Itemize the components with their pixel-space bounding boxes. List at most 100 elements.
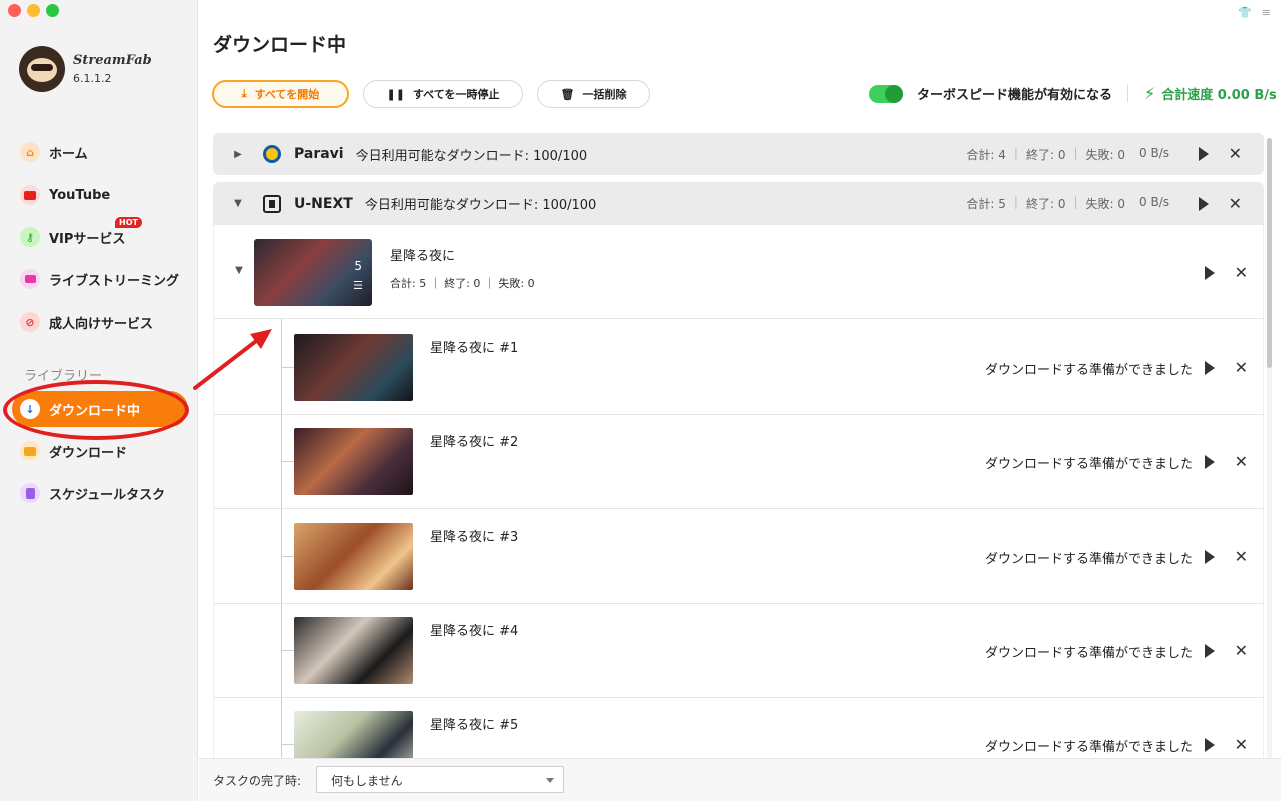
episode-row[interactable]: 星降る夜に #1 ダウンロードする準備ができました ✕ bbox=[214, 320, 1263, 415]
start-all-button[interactable]: ⤓ すべてを開始 bbox=[212, 80, 349, 108]
close-icon[interactable]: ✕ bbox=[1229, 195, 1242, 212]
home-icon: ⌂ bbox=[20, 142, 40, 162]
row-actions: ✕ bbox=[1204, 737, 1248, 753]
close-window-button[interactable] bbox=[8, 4, 21, 17]
trash-icon: 🗑 bbox=[560, 87, 575, 101]
window-controls bbox=[8, 4, 59, 17]
row-actions: ✕ bbox=[1198, 146, 1242, 162]
sidebar-item-schedule[interactable]: スケジュールタスク bbox=[12, 475, 188, 511]
window-top-icons: 👕 ≡ bbox=[1238, 6, 1271, 19]
service-quota: 今日利用可能なダウンロード: 100/100 bbox=[355, 148, 588, 164]
episode-title: 星降る夜に #1 bbox=[430, 341, 519, 356]
pause-all-label: すべてを一時停止 bbox=[412, 88, 500, 101]
close-icon[interactable]: ✕ bbox=[1235, 737, 1248, 753]
service-name: Paravi bbox=[294, 146, 344, 162]
lightning-icon: ⚡ bbox=[1144, 84, 1156, 103]
collapse-caret-icon[interactable]: ▼ bbox=[233, 198, 243, 209]
maximize-window-button[interactable] bbox=[46, 4, 59, 17]
close-icon[interactable]: ✕ bbox=[1235, 643, 1248, 659]
minimize-window-button[interactable] bbox=[27, 4, 40, 17]
play-icon[interactable] bbox=[1204, 550, 1215, 564]
shirt-icon[interactable]: 👕 bbox=[1238, 6, 1252, 19]
row-actions: ✕ bbox=[1204, 643, 1248, 659]
episode-title: 星降る夜に #2 bbox=[430, 435, 519, 450]
scrollbar[interactable] bbox=[1267, 138, 1272, 758]
menu-icon[interactable]: ≡ bbox=[1262, 6, 1271, 19]
collapse-caret-icon[interactable]: ▼ bbox=[234, 265, 244, 276]
start-all-label: すべてを開始 bbox=[254, 88, 320, 101]
close-icon[interactable]: ✕ bbox=[1235, 360, 1248, 376]
sidebar-item-downloaded[interactable]: ダウンロード bbox=[12, 433, 188, 469]
play-icon[interactable] bbox=[1204, 266, 1215, 280]
sidebar-item-label: ホーム bbox=[49, 146, 88, 162]
close-icon[interactable]: ✕ bbox=[1229, 146, 1242, 162]
row-actions: ✕ bbox=[1198, 195, 1242, 212]
series-thumbnail: 5 ☰ bbox=[254, 239, 372, 306]
play-icon[interactable] bbox=[1204, 738, 1215, 752]
episode-thumbnail bbox=[294, 334, 413, 401]
pause-icon: ❚❚ bbox=[386, 87, 405, 101]
main-panel: 👕 ≡ ダウンロード中 ⤓ すべてを開始 ❚❚ すべてを一時停止 🗑 一括削除 … bbox=[199, 0, 1281, 801]
series-stats: 合計: 5 ｜ 終了: 0 ｜ 失敗: 0 bbox=[390, 277, 535, 290]
series-row[interactable]: ▼ 5 ☰ 星降る夜に 合計: 5 ｜ 終了: 0 ｜ 失敗: 0 ✕ bbox=[214, 225, 1263, 319]
play-icon[interactable] bbox=[1198, 147, 1209, 161]
episode-thumbnail bbox=[294, 711, 413, 758]
close-icon[interactable]: ✕ bbox=[1235, 454, 1248, 470]
sidebar-item-vip[interactable]: ⚷ VIPサービス HOT bbox=[12, 217, 188, 255]
stat-done: 終了: 0 bbox=[1025, 197, 1066, 211]
group-row-paravi[interactable]: ▶ Paravi 今日利用可能なダウンロード: 100/100 合計: 4 | 終… bbox=[213, 133, 1264, 175]
sidebar-item-home[interactable]: ⌂ ホーム bbox=[12, 134, 188, 170]
turbo-toggle[interactable] bbox=[869, 84, 903, 103]
scrollbar-thumb[interactable] bbox=[1267, 138, 1272, 368]
episode-row[interactable]: 星降る夜に #2 ダウンロードする準備ができました ✕ bbox=[214, 414, 1263, 509]
play-icon[interactable] bbox=[1204, 361, 1215, 375]
sidebar-item-live[interactable]: ライブストリーミング bbox=[12, 261, 188, 297]
group-row-unext[interactable]: ▼ U-NEXT 今日利用可能なダウンロード: 100/100 合計: 5 | 終… bbox=[213, 182, 1264, 225]
episode-row[interactable]: 星降る夜に #4 ダウンロードする準備ができました ✕ bbox=[214, 603, 1263, 698]
play-icon[interactable] bbox=[1204, 644, 1215, 658]
episode-row[interactable]: 星降る夜に #5 ダウンロードする準備ができました ✕ bbox=[214, 697, 1263, 758]
select-value: 何もしません bbox=[331, 774, 403, 788]
completion-action-label: タスクの完了時: bbox=[213, 774, 302, 788]
divider bbox=[1127, 84, 1128, 102]
turbo-label: ターボスピード機能が有効になる bbox=[917, 88, 1113, 103]
sidebar: StreamFab 6.1.1.2 ⌂ ホーム YouTube ⚷ VIPサービ… bbox=[0, 0, 198, 801]
app-logo: StreamFab 6.1.1.2 bbox=[19, 46, 152, 92]
episode-title: 星降る夜に #3 bbox=[430, 530, 519, 545]
download-icon: ⤓ bbox=[241, 87, 247, 100]
close-icon[interactable]: ✕ bbox=[1235, 265, 1248, 281]
hot-badge: HOT bbox=[115, 217, 142, 228]
episode-status: ダウンロードする準備ができました bbox=[984, 740, 1193, 755]
expand-caret-icon[interactable]: ▶ bbox=[233, 149, 243, 160]
stat-done: 終了: 0 bbox=[1025, 147, 1066, 162]
play-icon[interactable] bbox=[1204, 455, 1215, 469]
paravi-icon bbox=[263, 145, 281, 163]
total-speed: ⚡ 合計速度 0.00 B/s bbox=[1144, 84, 1277, 103]
play-icon[interactable] bbox=[1198, 196, 1209, 211]
episode-row[interactable]: 星降る夜に #3 ダウンロードする準備ができました ✕ bbox=[214, 509, 1263, 604]
sidebar-item-downloading[interactable]: ↓ ダウンロード中 bbox=[12, 391, 188, 427]
library-section-label: ライブラリー bbox=[24, 369, 103, 384]
sidebar-item-adult[interactable]: ⊘ 成人向けサービス bbox=[12, 304, 188, 340]
playlist-icon: ☰ bbox=[353, 279, 363, 292]
download-icon: ↓ bbox=[20, 399, 40, 419]
group-stats: 合計: 5 | 終了: 0 | 失敗: 0 0 B/s bbox=[966, 195, 1169, 211]
unext-icon bbox=[263, 194, 281, 213]
sidebar-item-label: VIPサービス bbox=[49, 231, 126, 247]
stat-total: 合計: 5 bbox=[966, 197, 1006, 211]
sidebar-item-label: スケジュールタスク bbox=[49, 487, 166, 503]
sidebar-item-label: ライブストリーミング bbox=[49, 273, 180, 289]
sidebar-item-youtube[interactable]: YouTube bbox=[12, 177, 188, 213]
app-version: 6.1.1.2 bbox=[73, 72, 112, 85]
close-icon[interactable]: ✕ bbox=[1235, 549, 1248, 565]
delete-all-label: 一括削除 bbox=[582, 88, 627, 101]
pause-all-button[interactable]: ❚❚ すべてを一時停止 bbox=[363, 80, 523, 108]
delete-all-button[interactable]: 🗑 一括削除 bbox=[537, 80, 650, 108]
row-actions: ✕ bbox=[1204, 454, 1248, 470]
completion-action-select[interactable]: 何もしません bbox=[316, 766, 564, 793]
series-title: 星降る夜に bbox=[390, 249, 456, 264]
camera-icon bbox=[20, 269, 40, 289]
page-title: ダウンロード中 bbox=[213, 34, 347, 56]
service-name: U-NEXT bbox=[294, 195, 353, 212]
episode-status: ダウンロードする準備ができました bbox=[984, 552, 1193, 567]
